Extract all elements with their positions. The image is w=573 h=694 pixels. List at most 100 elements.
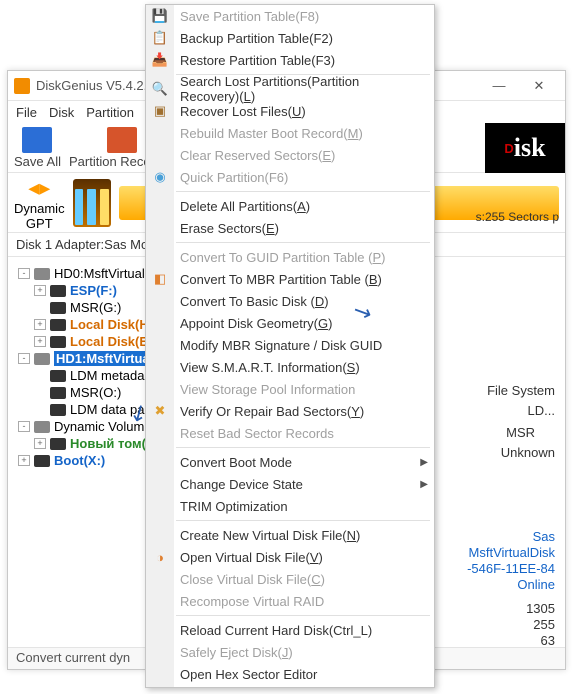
menu-item-delete-all-partitions-a[interactable]: Delete All Partitions(A) xyxy=(146,195,434,217)
menu-item-label: Recover Lost Files(U) xyxy=(180,104,306,119)
tree-label: Local Disk(E: xyxy=(70,334,152,349)
tree-expand-icon[interactable]: - xyxy=(18,353,30,364)
menu-item-icon: 📋 xyxy=(152,30,168,46)
menu-item-label: Convert To Basic Disk (D) xyxy=(180,294,329,309)
volume-icon xyxy=(50,438,66,450)
col-msr: MSR xyxy=(506,425,535,440)
menu-disk[interactable]: Disk xyxy=(49,105,74,120)
menu-separator xyxy=(176,615,430,616)
minimize-button[interactable]: — xyxy=(479,78,519,93)
menu-item-convert-to-mbr-partition-table-b[interactable]: ◧Convert To MBR Partition Table (B) xyxy=(146,268,434,290)
geom-3: 63 xyxy=(541,633,555,648)
menu-item-appoint-disk-geometry-g[interactable]: Appoint Disk Geometry(G) xyxy=(146,312,434,334)
menu-item-icon: 🔍 xyxy=(152,81,168,97)
menu-partition[interactable]: Partition xyxy=(86,105,134,120)
menu-item-convert-to-basic-disk-d[interactable]: Convert To Basic Disk (D) xyxy=(146,290,434,312)
menu-item-icon: 💾 xyxy=(152,8,168,24)
menu-item-restore-partition-table-f3[interactable]: 📥Restore Partition Table(F3) xyxy=(146,49,434,71)
menu-item-label: Verify Or Repair Bad Sectors(Y) xyxy=(180,404,364,419)
menu-item-label: Modify MBR Signature / Disk GUID xyxy=(180,338,382,353)
tree-expand-icon[interactable]: + xyxy=(18,455,30,466)
menu-item-close-virtual-disk-file-c: Close Virtual Disk File(C) xyxy=(146,568,434,590)
menu-item-label: Delete All Partitions(A) xyxy=(180,199,310,214)
menu-item-trim-optimization[interactable]: TRIM Optimization xyxy=(146,495,434,517)
menu-item-icon: ✖ xyxy=(152,403,168,419)
toolbar-save-all[interactable]: Save All xyxy=(14,127,61,169)
tree-expand-icon[interactable]: + xyxy=(34,319,46,330)
menu-item-label: Open Virtual Disk File(V) xyxy=(180,550,323,565)
menu-separator xyxy=(176,447,430,448)
toolbar-icon xyxy=(107,127,137,153)
geom-2: 255 xyxy=(533,617,555,632)
menu-item-label: Quick Partition(F6) xyxy=(180,170,288,185)
volume-icon xyxy=(34,455,50,467)
menu-item-open-hex-sector-editor[interactable]: Open Hex Sector Editor xyxy=(146,663,434,685)
menu-item-modify-mbr-signature-disk-guid[interactable]: Modify MBR Signature / Disk GUID xyxy=(146,334,434,356)
menu-item-label: View Storage Pool Information xyxy=(180,382,355,397)
menu-item-reload-current-hard-disk-ctrl-l[interactable]: Reload Current Hard Disk(Ctrl_L) xyxy=(146,619,434,641)
menu-item-clear-reserved-sectors-e: Clear Reserved Sectors(E) xyxy=(146,144,434,166)
tree-expand-icon[interactable]: - xyxy=(18,268,30,279)
tree-label: Boot(X:) xyxy=(54,453,105,468)
menu-item-reset-bad-sector-records: Reset Bad Sector Records xyxy=(146,422,434,444)
val-unknown: Unknown xyxy=(501,445,555,460)
menu-item-quick-partition-f6: ◉ Quick Partition(F6) xyxy=(146,166,434,188)
menu-item-icon: ◉ xyxy=(152,169,168,185)
menu-separator xyxy=(176,191,430,192)
toolbar-icon xyxy=(22,127,52,153)
app-icon xyxy=(14,78,30,94)
menu-item-view-s-m-a-r-t-information-s[interactable]: View S.M.A.R.T. Information(S) xyxy=(146,356,434,378)
guid-value: -546F-11EE-84 xyxy=(467,561,555,576)
tree-label: LDM data pa xyxy=(70,402,144,417)
tree-label: Local Disk(H xyxy=(70,317,149,332)
disk-context-menu: 💾Save Partition Table(F8)📋Backup Partiti… xyxy=(145,4,435,688)
menu-item-view-storage-pool-information: View Storage Pool Information xyxy=(146,378,434,400)
menu-item-open-virtual-disk-file-v[interactable]: ◑Open Virtual Disk File(V) xyxy=(146,546,434,568)
menu-item-backup-partition-table-f2[interactable]: 📋Backup Partition Table(F2) xyxy=(146,27,434,49)
menu-item-label: Change Device State xyxy=(180,477,303,492)
disk-icon xyxy=(34,268,50,280)
volume-icon xyxy=(50,302,66,314)
menu-item-save-partition-table-f8: 💾Save Partition Table(F8) xyxy=(146,5,434,27)
tree-label: HD0:MsftVirtual xyxy=(54,266,145,281)
geom-1: 1305 xyxy=(526,601,555,616)
tree-expand-icon[interactable]: - xyxy=(18,421,30,432)
menu-item-label: Clear Reserved Sectors(E) xyxy=(180,148,335,163)
dynamic-gpt-badge[interactable]: ◂▸ Dynamic GPT xyxy=(14,175,65,231)
menu-item-label: Open Hex Sector Editor xyxy=(180,667,317,682)
menu-item-label: Convert To GUID Partition Table (P) xyxy=(180,250,385,265)
menu-item-label: View S.M.A.R.T. Information(S) xyxy=(180,360,360,375)
volume-icon xyxy=(50,285,66,297)
fs-value: LD... xyxy=(528,403,555,418)
menu-item-change-device-state[interactable]: Change Device State ▶ xyxy=(146,473,434,495)
menu-item-safely-eject-disk-j: Safely Eject Disk(J) xyxy=(146,641,434,663)
menu-item-convert-boot-mode[interactable]: Convert Boot Mode▶ xyxy=(146,451,434,473)
menu-item-recover-lost-files-u[interactable]: ▣ Recover Lost Files(U) xyxy=(146,100,434,122)
dynamic-label: Dynamic xyxy=(14,201,65,216)
submenu-arrow-icon: ▶ xyxy=(420,457,428,468)
menu-item-rebuild-master-boot-record-m: Rebuild Master Boot Record(M) xyxy=(146,122,434,144)
menu-file[interactable]: File xyxy=(16,105,37,120)
menu-item-label: Close Virtual Disk File(C) xyxy=(180,572,325,587)
close-button[interactable]: ✕ xyxy=(519,78,559,94)
menu-item-erase-sectors-e[interactable]: Erase Sectors(E) xyxy=(146,217,434,239)
disk-icon xyxy=(34,421,50,433)
menu-item-create-new-virtual-disk-file-n[interactable]: Create New Virtual Disk File(N) xyxy=(146,524,434,546)
adapter-value: Sas xyxy=(533,529,555,544)
disk-slot-icon xyxy=(73,179,111,227)
menu-item-convert-to-guid-partition-table-p: Convert To GUID Partition Table (P) xyxy=(146,246,434,268)
menu-item-label: Restore Partition Table(F3) xyxy=(180,53,335,68)
disk-icon xyxy=(34,353,50,365)
submenu-arrow-icon: ▶ xyxy=(420,479,428,490)
tree-expand-icon[interactable]: + xyxy=(34,336,46,347)
tree-expand-icon[interactable]: + xyxy=(34,285,46,296)
menu-item-search-lost-partitions-partition-recovery-l[interactable]: 🔍Search Lost Partitions(Partition Recove… xyxy=(146,78,434,100)
menu-item-label: Safely Eject Disk(J) xyxy=(180,645,293,660)
menu-item-verify-or-repair-bad-sectors-y[interactable]: ✖ Verify Or Repair Bad Sectors(Y) xyxy=(146,400,434,422)
menu-item-icon: ▣ xyxy=(152,103,168,119)
volume-icon xyxy=(50,319,66,331)
menu-item-label: Appoint Disk Geometry(G) xyxy=(180,316,332,331)
tree-expand-icon[interactable]: + xyxy=(34,438,46,449)
tree-label: Новый том( xyxy=(70,436,146,451)
fs-header: File System xyxy=(487,383,555,398)
